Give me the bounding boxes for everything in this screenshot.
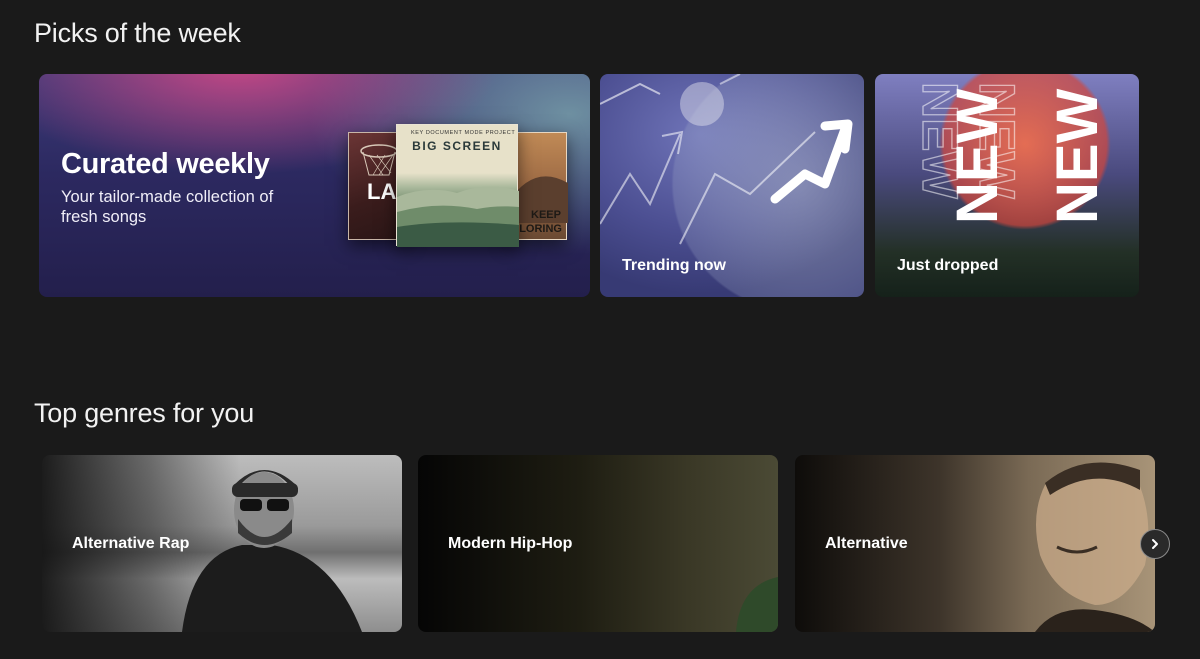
album-left-text: LA (367, 179, 397, 204)
curated-weekly-subtitle: Your tailor-made collection of fresh son… (61, 188, 274, 226)
genre-card-modern-hip-hop[interactable]: Modern Hip-Hop (418, 455, 778, 632)
genre-card-alternative[interactable]: Alternative (795, 455, 1155, 632)
album-right-line1: KEEP (531, 209, 561, 221)
album-cover-big-screen: KEY DOCUMENT MODE PROJECT BIG SCREEN (396, 124, 519, 247)
curated-weekly-title: Curated weekly (61, 148, 270, 180)
landscape-art (397, 186, 519, 247)
genre-label: Alternative (825, 535, 908, 552)
album-center-band: KEY DOCUMENT MODE PROJECT (411, 130, 516, 136)
album-right-line2: PLORING (511, 223, 562, 235)
curated-weekly-card[interactable]: Curated weekly Your tailor-made collecti… (39, 74, 590, 297)
section-title-picks: Picks of the week (34, 18, 241, 48)
genre-label: Modern Hip-Hop (448, 535, 573, 552)
genre-label: Alternative Rap (72, 535, 190, 552)
section-title-genres: Top genres for you (34, 398, 255, 428)
chevron-right-icon (1152, 539, 1158, 549)
genre-card-alternative-rap[interactable]: Alternative Rap (42, 455, 402, 632)
just-dropped-card[interactable]: NEW NEW NEW NEW Just dropped (875, 74, 1139, 297)
svg-text:NEW: NEW (1045, 88, 1110, 224)
trending-now-label: Trending now (622, 257, 726, 274)
carousel-next-button[interactable] (1140, 529, 1170, 559)
trending-now-card[interactable]: Trending now (600, 74, 864, 297)
page: Picks of the week Curated weekly Your ta… (0, 0, 1200, 659)
album-center-title: BIG SCREEN (412, 139, 502, 153)
svg-text:NEW: NEW (945, 88, 1010, 224)
just-dropped-label: Just dropped (897, 257, 999, 274)
